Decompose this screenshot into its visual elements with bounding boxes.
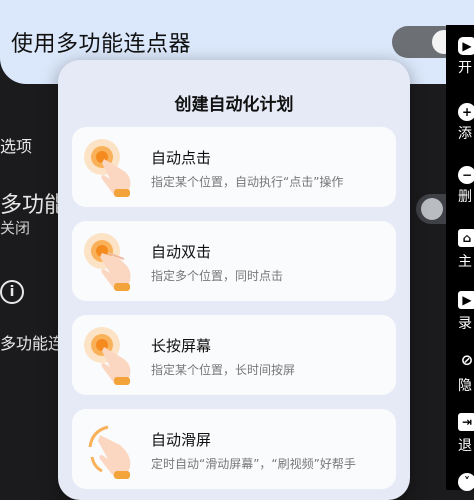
double-tap-hand-icon bbox=[84, 233, 131, 291]
card-desc: 定时自动“滑动屏幕”，“刷视频”好帮手 bbox=[151, 457, 356, 471]
side-item-label: 主 bbox=[458, 254, 472, 270]
record-icon: ▶ bbox=[458, 291, 474, 309]
feature-status: 关闭 bbox=[0, 219, 31, 237]
side-item-label: 退 bbox=[458, 438, 472, 454]
create-plan-dialog: 创建自动化计划 自动点击 指定某个位置，自动执行“点击”操作 自动双击 指定多个… bbox=[58, 60, 410, 500]
dialog-title: 创建自动化计划 bbox=[174, 95, 294, 115]
info-icon[interactable]: i bbox=[0, 280, 24, 304]
side-item-label: 录 bbox=[458, 316, 472, 332]
card-title: 长按屏幕 bbox=[151, 337, 212, 355]
feature-title: 多功能 bbox=[0, 193, 67, 218]
long-press-hand-icon bbox=[84, 327, 131, 385]
feature-toggle-knob bbox=[421, 198, 443, 220]
card-title: 自动双击 bbox=[151, 243, 212, 261]
tap-hand-icon bbox=[84, 139, 131, 197]
chevron-down-icon: ˅ bbox=[458, 473, 474, 491]
side-item-label: 添 bbox=[458, 126, 472, 142]
feature-item[interactable]: 多功能连 bbox=[0, 330, 64, 354]
play-icon: ▶ bbox=[458, 37, 474, 55]
side-toolbar: ▶ 开 + 添 − 删 ⌂ 主 ▶ 录 ⊘ 隐 ⇥ 退 ˅ bbox=[446, 25, 474, 491]
home-icon: ⌂ bbox=[458, 229, 474, 247]
card-auto-swipe[interactable]: 自动滑屏 定时自动“滑动屏幕”，“刷视频”好帮手 bbox=[72, 409, 396, 489]
card-desc: 指定某个位置，自动执行“点击”操作 bbox=[151, 175, 344, 189]
side-item-label: 删 bbox=[458, 189, 472, 205]
eye-off-icon: ⊘ bbox=[460, 351, 474, 369]
options-label: 选项 bbox=[0, 137, 33, 156]
header-title: 使用多功能连点器 bbox=[11, 32, 192, 57]
minus-icon: − bbox=[458, 166, 474, 184]
card-title: 自动点击 bbox=[151, 149, 212, 167]
card-title: 自动滑屏 bbox=[151, 431, 212, 449]
card-desc: 指定某个位置，长时间按屏 bbox=[151, 363, 296, 377]
exit-icon: ⇥ bbox=[458, 413, 474, 431]
plus-icon: + bbox=[458, 103, 474, 121]
side-item-label: 隐 bbox=[458, 378, 472, 394]
card-long-press[interactable]: 长按屏幕 指定某个位置，长时间按屏 bbox=[72, 315, 396, 395]
card-auto-double-click[interactable]: 自动双击 指定多个位置，同时点击 bbox=[72, 221, 396, 301]
card-auto-click[interactable]: 自动点击 指定某个位置，自动执行“点击”操作 bbox=[72, 127, 396, 207]
card-desc: 指定多个位置，同时点击 bbox=[151, 269, 284, 283]
side-item-label: 开 bbox=[458, 60, 472, 76]
swipe-hand-icon bbox=[88, 425, 131, 479]
